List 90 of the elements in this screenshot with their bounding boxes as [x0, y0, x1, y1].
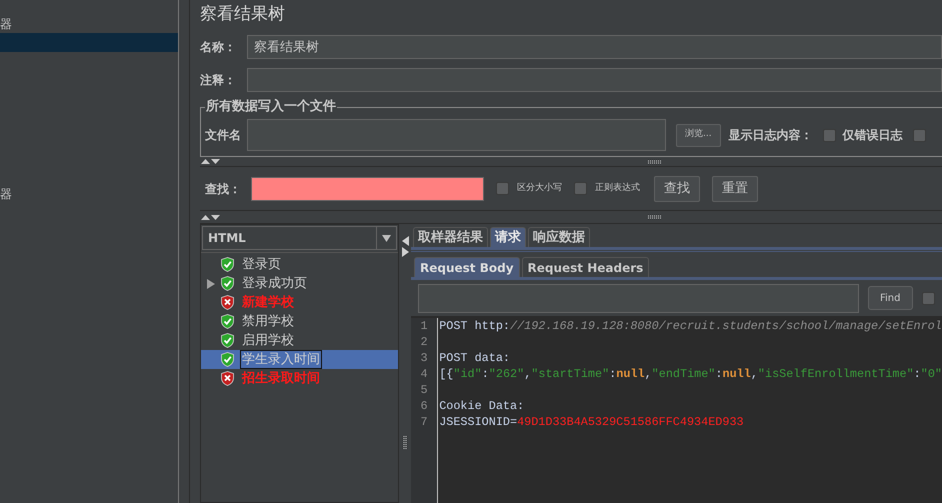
tab[interactable]: 请求	[490, 227, 526, 247]
tree-item-label: 登录页	[241, 256, 282, 274]
tab[interactable]: 响应数据	[528, 227, 590, 247]
browse-button[interactable]: 浏览...	[676, 124, 721, 146]
search-button[interactable]: 重置	[712, 176, 758, 202]
tree-item-label: 禁用学校	[241, 313, 295, 331]
grip-icon[interactable]	[403, 436, 407, 450]
checkbox[interactable]	[822, 128, 836, 142]
code-token: //192.168.19.128:8080/recruit.students/school/manage/setEnrol	[510, 318, 942, 334]
field-label: 文件名	[205, 127, 241, 144]
tab[interactable]: Request Body	[414, 257, 520, 277]
checkbox-label: 仅错误日志	[842, 127, 903, 144]
tree-item[interactable]: 登录页	[201, 255, 398, 274]
checkbox[interactable]	[574, 182, 587, 195]
code-editor[interactable]	[411, 316, 942, 503]
code-token: :	[609, 366, 616, 382]
shield-check-icon	[221, 257, 234, 272]
tree-item-label: 启用学校	[241, 332, 295, 350]
code-token: ,	[524, 366, 532, 382]
code-token: "262"	[488, 366, 524, 382]
code-token: ,	[750, 366, 758, 382]
code-token: "startTime"	[531, 366, 610, 382]
code-token: :	[715, 366, 722, 382]
code-token: [{	[439, 366, 454, 382]
search-input[interactable]	[251, 176, 484, 200]
tree-item-label: 登录成功页	[241, 275, 308, 293]
shield-check-icon	[221, 276, 234, 291]
code-token: :	[482, 366, 489, 382]
line-number: 2	[420, 334, 428, 350]
shield-check-icon	[221, 314, 234, 329]
field-label: 查找：	[205, 180, 242, 198]
code-token: null	[722, 366, 751, 382]
caret-icon	[382, 234, 391, 242]
code-token: "id"	[453, 366, 482, 382]
checkbox[interactable]	[922, 292, 934, 304]
grip-icon[interactable]	[648, 160, 662, 164]
search-button[interactable]: 查找	[654, 176, 700, 202]
code-token: "endTime"	[652, 366, 716, 382]
field-label: 名称：	[200, 39, 237, 56]
shield-cross-icon	[221, 371, 234, 386]
code-token: null	[616, 366, 645, 382]
sidebar-item[interactable]: 器	[0, 184, 178, 203]
line-number: 7	[420, 414, 428, 430]
code-token: "isSelfEnrollmentTime"	[758, 366, 914, 382]
code-token: :	[914, 366, 921, 382]
line-number: 5	[420, 382, 428, 398]
tree-item[interactable]: 禁用学校	[201, 312, 398, 331]
panel-title: 察看结果树	[200, 3, 286, 26]
shield-cross-icon	[221, 295, 234, 310]
find-input[interactable]	[418, 284, 859, 312]
collapse-right-icon[interactable]	[402, 247, 408, 257]
collapse-arrows-icon[interactable]	[200, 158, 222, 165]
filename-input[interactable]	[247, 119, 666, 151]
tree-item-label: 新建学校	[241, 294, 295, 312]
expand-arrow-icon[interactable]	[206, 278, 216, 288]
code-token: Cookie Data:	[439, 398, 524, 414]
field-label: 注释：	[200, 72, 237, 89]
shield-check-icon	[221, 352, 234, 367]
grip-icon[interactable]	[648, 215, 662, 219]
code-token: POST http:	[439, 318, 510, 334]
tree-item-label: 招生录取时间	[240, 370, 321, 388]
code-token: POST data:	[439, 350, 510, 366]
splitter[interactable]	[178, 0, 190, 503]
code-token: "0"	[920, 366, 942, 382]
tab[interactable]: Request Headers	[522, 257, 650, 277]
checkbox-label: 区分大小写	[517, 182, 562, 195]
code-token: 49D1D33B4A5329C51586FFC4934ED933	[517, 414, 744, 430]
renderer-dropdown[interactable]: HTML	[202, 226, 397, 250]
line-number: 1	[420, 318, 428, 334]
code-token: JSESSIONID=	[439, 414, 518, 430]
code-token: ,	[644, 366, 652, 382]
name-input[interactable]: 察看结果树	[247, 35, 942, 59]
tab[interactable]: 取样器结果	[413, 227, 488, 247]
line-number: 6	[420, 398, 428, 414]
tree-item-label: 学生录入时间	[240, 350, 322, 369]
checkbox-label: 正则表达式	[595, 182, 640, 195]
comment-input[interactable]	[247, 68, 942, 92]
line-number: 4	[420, 366, 428, 382]
checkbox[interactable]	[496, 182, 509, 195]
shield-check-icon	[221, 333, 234, 348]
collapse-left-icon[interactable]	[402, 236, 408, 246]
tree-item[interactable]: 启用学校	[201, 331, 398, 350]
checkbox[interactable]	[912, 128, 926, 142]
collapse-arrows-icon[interactable]	[200, 214, 222, 220]
field-label: 显示日志内容：	[728, 127, 813, 144]
tree-item[interactable]: 登录成功页	[201, 274, 398, 293]
line-number: 3	[420, 350, 428, 366]
sidebar-item[interactable]: 器	[0, 14, 178, 33]
find-button[interactable]: Find	[868, 286, 912, 310]
tree-item[interactable]: 学生录入时间	[201, 350, 398, 369]
